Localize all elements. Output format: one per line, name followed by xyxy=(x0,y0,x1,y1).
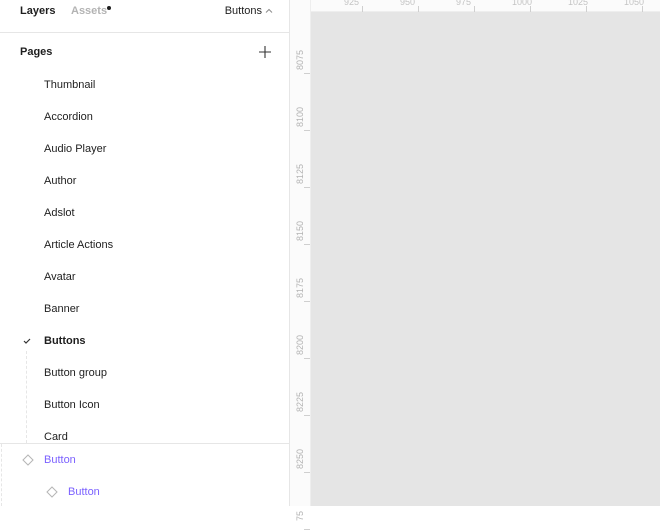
page-item[interactable]: Button group xyxy=(0,359,289,387)
tree-guide-line xyxy=(26,351,28,443)
page-item[interactable]: Thumbnail xyxy=(0,71,289,99)
pages-layers-divider xyxy=(0,443,289,444)
ruler-tick xyxy=(304,358,310,359)
page-item-label: Card xyxy=(44,431,68,443)
current-page-dropdown[interactable]: Buttons xyxy=(225,5,273,17)
pages-section-title: Pages xyxy=(20,46,53,58)
page-item-label: Article Actions xyxy=(44,239,114,251)
layer-row-component[interactable]: Button xyxy=(0,478,289,506)
tab-layers[interactable]: Layers xyxy=(20,5,55,17)
page-item-label: Thumbnail xyxy=(44,79,96,91)
page-item-label: Avatar xyxy=(44,271,76,283)
page-item-label: Button Icon xyxy=(44,399,100,411)
ruler-tick xyxy=(304,301,310,302)
canvas[interactable] xyxy=(311,12,660,506)
ruler-vertical-label: 8150 xyxy=(295,220,305,242)
page-item-label: Button group xyxy=(44,367,107,379)
ruler-tick xyxy=(304,244,310,245)
page-item-label: Author xyxy=(44,175,77,187)
page-item-label: Audio Player xyxy=(44,143,107,155)
vertical-ruler: 8075 8100 8125 8150 8175 8200 8225 8250 75 xyxy=(290,0,311,530)
ruler-tick xyxy=(304,472,310,473)
panel-tabs-bar: Layers Assets Buttons xyxy=(0,0,289,33)
page-item[interactable]: Button Icon xyxy=(0,391,289,419)
page-item[interactable]: Card xyxy=(0,423,289,443)
page-item-label: Adslot xyxy=(44,207,75,219)
ruler-vertical-label: 8225 xyxy=(295,391,305,413)
page-item[interactable]: Audio Player xyxy=(0,135,289,163)
checkmark-icon xyxy=(23,338,31,344)
add-page-plus-icon[interactable] xyxy=(258,45,272,59)
layer-label: Button xyxy=(44,454,76,466)
page-item-label: Accordion xyxy=(44,111,93,123)
pages-list[interactable]: Thumbnail Accordion Audio Player Author Adsl… xyxy=(0,71,289,443)
layer-row-component[interactable]: Button xyxy=(0,446,289,474)
horizontal-ruler: 925 950 975 1000 1025 1050 xyxy=(311,0,660,12)
page-item[interactable]: Article Actions xyxy=(0,231,289,259)
page-item[interactable]: Buttons xyxy=(0,327,289,355)
page-item[interactable]: Banner xyxy=(0,295,289,323)
page-item[interactable]: Accordion xyxy=(0,103,289,131)
current-page-label: Buttons xyxy=(224,5,262,17)
page-item-label: Banner xyxy=(44,303,80,315)
ruler-vertical-label: 8175 xyxy=(295,277,305,299)
ruler-horizontal-label: 975 xyxy=(456,0,472,7)
ruler-vertical-label: 8200 xyxy=(295,334,305,356)
ruler-vertical-label: 8100 xyxy=(295,106,305,128)
page-item[interactable]: Avatar xyxy=(0,263,289,291)
ruler-tick xyxy=(304,73,310,74)
ruler-tick xyxy=(304,187,310,188)
ruler-vertical-label: 8075 xyxy=(295,49,305,71)
ruler-horizontal-label: 950 xyxy=(400,0,416,7)
assets-notification-dot xyxy=(107,6,111,10)
ruler-vertical-label: 8125 xyxy=(295,163,305,185)
layer-label: Button xyxy=(68,486,100,498)
ruler-horizontal-label: 925 xyxy=(344,0,360,7)
ruler-tick xyxy=(304,415,310,416)
ruler-tick xyxy=(304,529,310,530)
layers-panel: Layers Assets Buttons Pages Thumbnail Acc… xyxy=(0,0,290,506)
ruler-vertical-label: 8250 xyxy=(295,448,305,470)
ruler-tick xyxy=(304,130,310,131)
page-item[interactable]: Adslot xyxy=(0,199,289,227)
tab-assets[interactable]: Assets xyxy=(71,5,107,17)
component-instance-icon xyxy=(22,454,34,466)
page-item[interactable]: Author xyxy=(0,167,289,195)
page-item-label: Buttons xyxy=(44,335,86,347)
chevron-up-icon xyxy=(265,8,273,13)
component-instance-icon xyxy=(46,486,58,498)
